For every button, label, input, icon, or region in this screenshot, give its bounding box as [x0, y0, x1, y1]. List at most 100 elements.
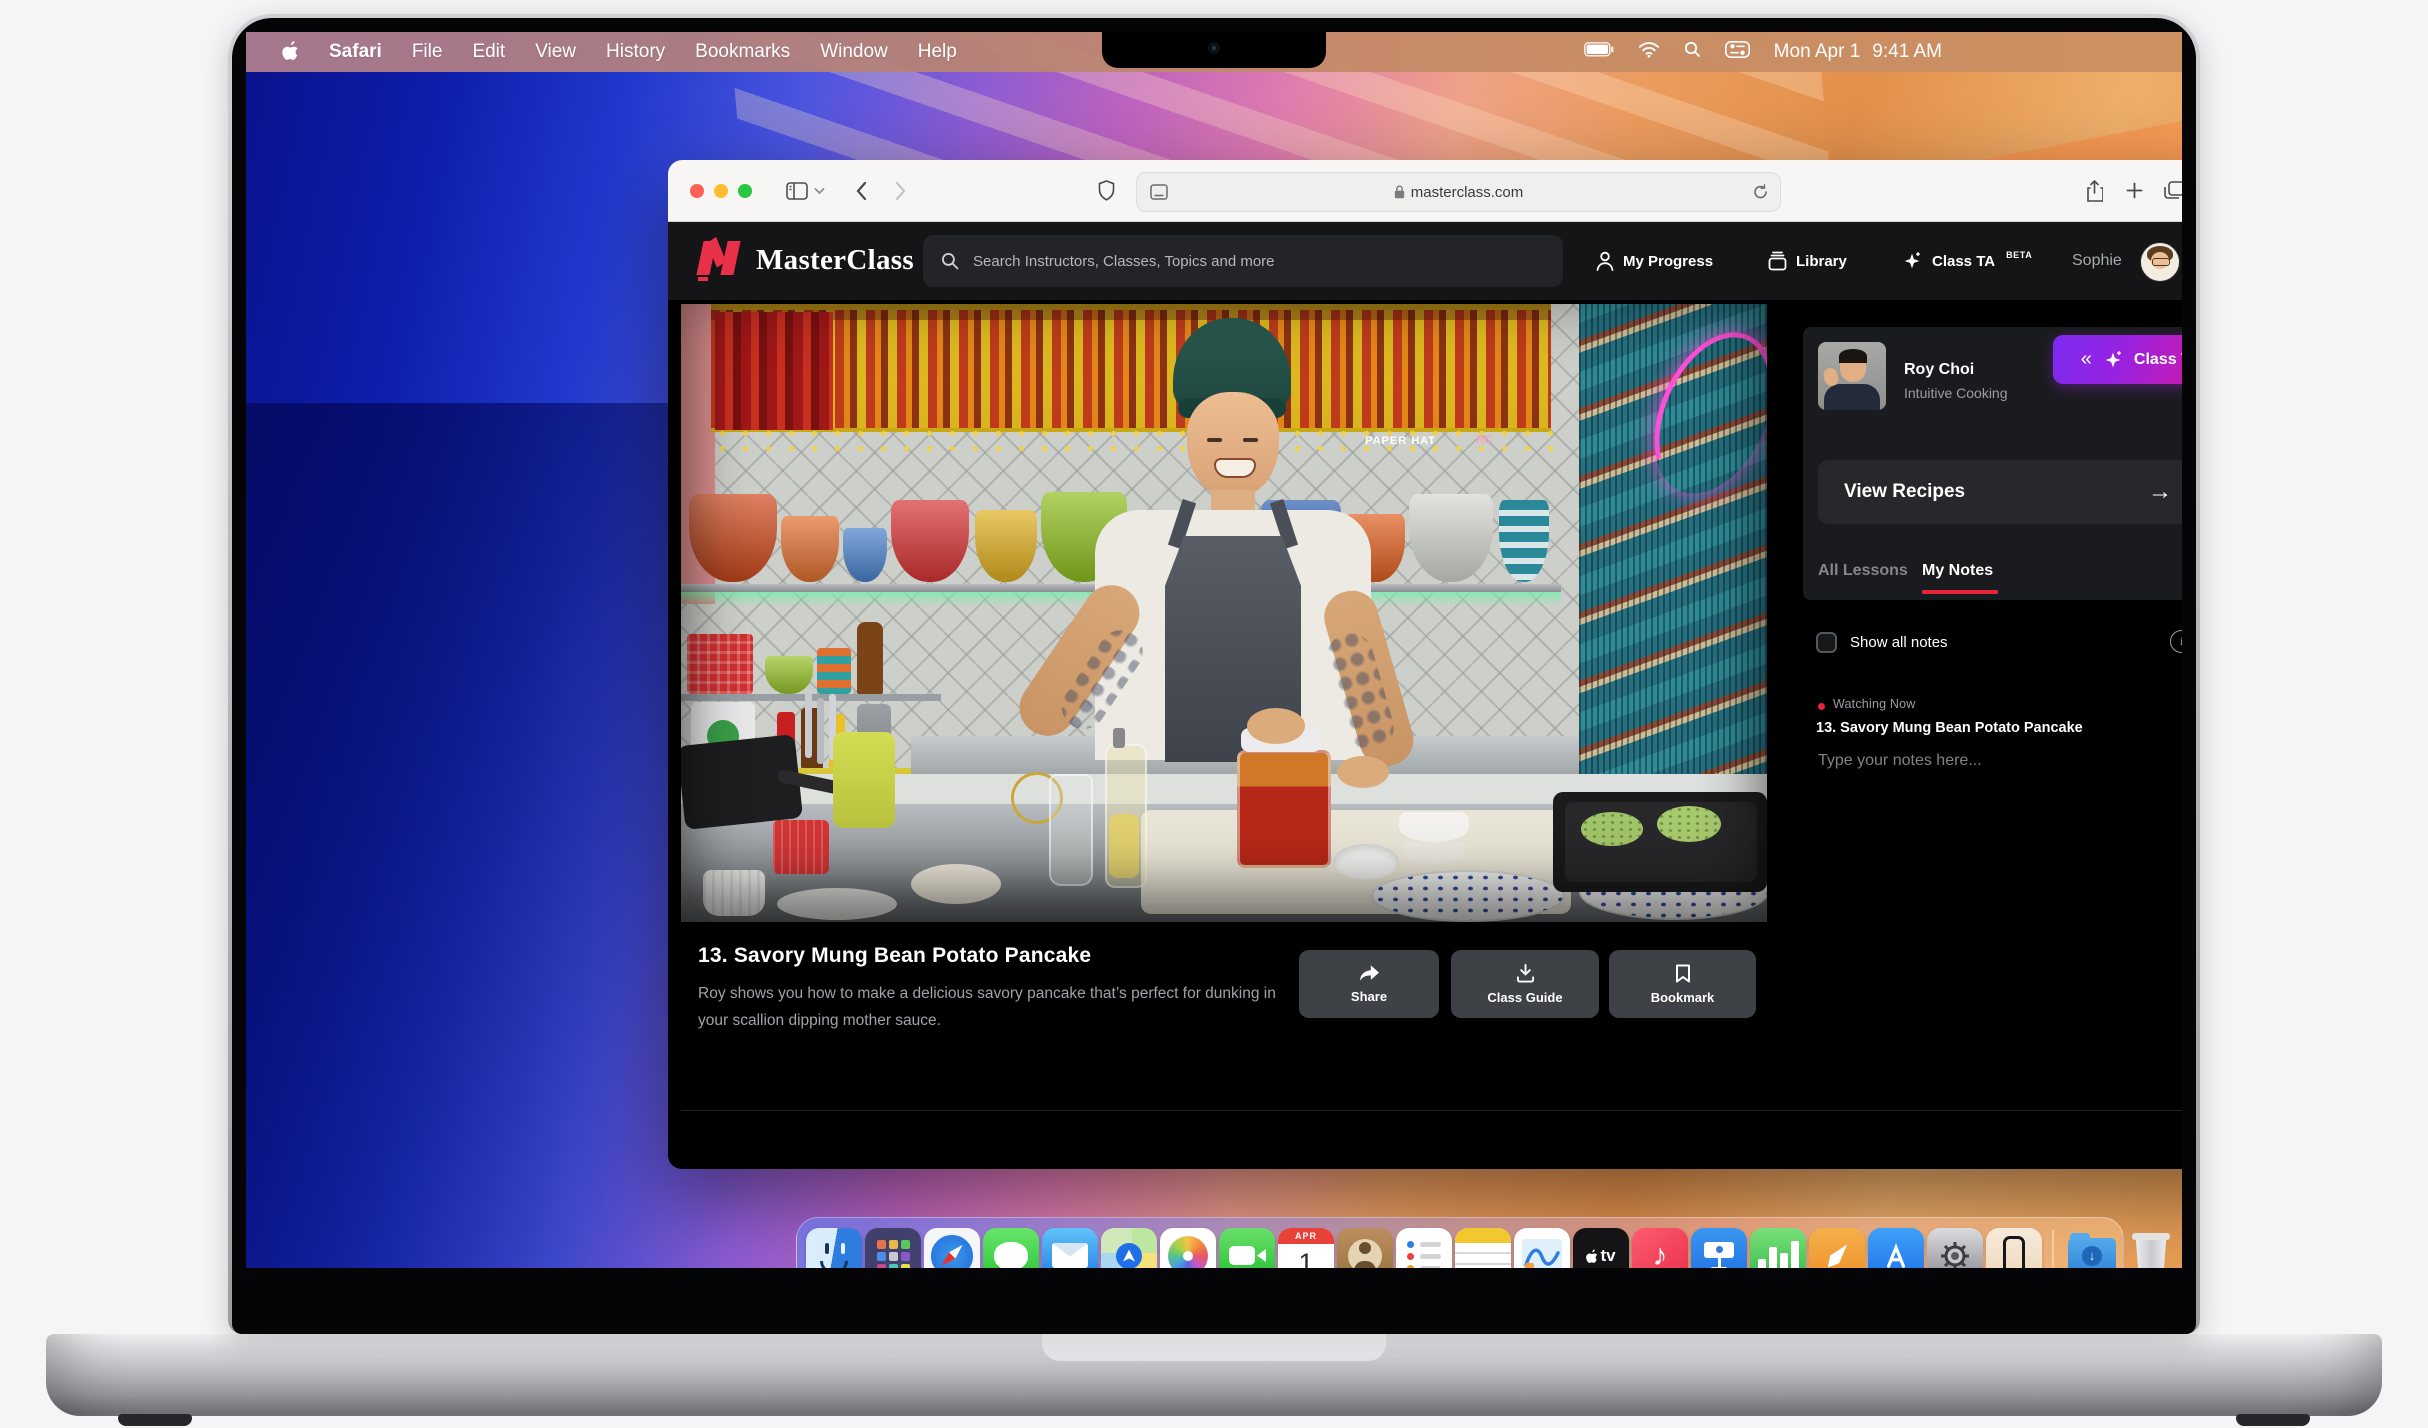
tabs-icon[interactable]	[2164, 181, 2182, 200]
search-bar[interactable]	[923, 235, 1563, 287]
vignette	[681, 304, 1767, 922]
calendar-day: 1	[1298, 1244, 1313, 1269]
camera-lens	[1257, 1249, 1266, 1262]
dock-icon-keynote[interactable]	[1691, 1228, 1747, 1269]
dock-icon-downloads[interactable]: ↓	[2064, 1228, 2120, 1269]
menu-view[interactable]: View	[535, 41, 576, 63]
dock-icon-trash[interactable]	[2123, 1228, 2179, 1269]
dock-icon-maps[interactable]	[1101, 1228, 1157, 1269]
minimize-window-button[interactable]	[714, 184, 728, 198]
dock-icon-system-settings[interactable]	[1927, 1228, 1983, 1269]
search-icon[interactable]	[1684, 41, 1701, 64]
share-icon	[1359, 965, 1379, 982]
class-ta-button[interactable]: « Class TA	[2053, 335, 2182, 384]
lock-icon	[1394, 185, 1405, 199]
download-arrow: ↓	[2082, 1246, 2102, 1266]
forward-icon[interactable]	[895, 181, 907, 201]
new-tab-icon[interactable]	[2126, 182, 2143, 199]
nav-label: Class TA	[1932, 253, 1995, 270]
nav-label: My Progress	[1623, 253, 1713, 270]
wifi-icon[interactable]	[1638, 41, 1660, 64]
tab-my-notes[interactable]: My Notes	[1922, 562, 1993, 580]
screen: Safari File Edit View History Bookmarks …	[246, 32, 2182, 1268]
menu-bookmarks[interactable]: Bookmarks	[695, 41, 790, 63]
dock-icon-contacts[interactable]	[1337, 1228, 1393, 1269]
dock-icon-numbers[interactable]	[1750, 1228, 1806, 1269]
zoom-window-button[interactable]	[738, 184, 752, 198]
menu-clock[interactable]: 9:41 AM	[1872, 41, 1942, 63]
show-all-notes-checkbox[interactable]	[1816, 632, 1837, 653]
view-recipes-button[interactable]: View Recipes →	[1818, 460, 2182, 524]
dock-icon-reminders[interactable]	[1396, 1228, 1452, 1269]
keynote-board	[1704, 1242, 1734, 1258]
dock-icon-apple-tv[interactable]: tv	[1573, 1228, 1629, 1269]
dock-icon-notes[interactable]	[1455, 1228, 1511, 1269]
account-name[interactable]: Sophie	[2072, 222, 2122, 300]
instructor-hair	[1839, 349, 1867, 363]
traffic-lights	[690, 184, 762, 198]
dock-icon-photos[interactable]	[1160, 1228, 1216, 1269]
nav-my-progress[interactable]: My Progress	[1596, 222, 1713, 300]
dock-icon-launchpad[interactable]	[865, 1228, 921, 1269]
url-text: masterclass.com	[1411, 184, 1524, 201]
notes-header	[1455, 1228, 1511, 1243]
notes-lines	[1455, 1243, 1511, 1269]
share-button[interactable]: Share	[1299, 950, 1439, 1018]
info-glyph: i	[2180, 634, 2182, 649]
watching-now-dot	[1818, 703, 1825, 710]
class-guide-button[interactable]: Class Guide	[1451, 950, 1599, 1018]
tab-all-lessons[interactable]: All Lessons	[1818, 562, 1908, 580]
battery-icon[interactable]	[1584, 41, 1614, 63]
sidebar-icon[interactable]	[786, 182, 808, 200]
close-window-button[interactable]	[690, 184, 704, 198]
avatar[interactable]	[2140, 242, 2180, 282]
back-icon[interactable]	[855, 181, 867, 201]
info-icon[interactable]: i	[2170, 630, 2182, 653]
bookmark-button[interactable]: Bookmark	[1609, 950, 1756, 1018]
nav-library[interactable]: Library	[1768, 222, 1847, 300]
menu-file[interactable]: File	[412, 41, 443, 63]
instructor-class-name: Intuitive Cooking	[1904, 385, 2008, 401]
menu-help[interactable]: Help	[918, 41, 957, 63]
shield-icon[interactable]	[1098, 180, 1115, 201]
safari-toolbar: masterclass.com	[668, 160, 2182, 222]
macbook-lid-notch	[1042, 1334, 1386, 1361]
dock-icon-app-store[interactable]	[1868, 1228, 1924, 1269]
finder-smile	[820, 1261, 848, 1269]
dock-icon-music[interactable]: ♪	[1632, 1228, 1688, 1269]
dock-icon-iphone-mirroring[interactable]	[1986, 1228, 2042, 1269]
sparkle-icon	[1901, 250, 1923, 272]
share-icon[interactable]	[2086, 180, 2103, 202]
dock-icon-freeform[interactable]	[1514, 1228, 1570, 1269]
control-center-icon[interactable]	[1725, 41, 1750, 64]
menu-window[interactable]: Window	[820, 41, 888, 63]
notes-input[interactable]	[1816, 750, 2182, 808]
menu-edit[interactable]: Edit	[472, 41, 505, 63]
address-bar[interactable]: masterclass.com	[1136, 172, 1781, 212]
dock-icon-safari[interactable]	[924, 1228, 980, 1269]
brand-wordmark[interactable]: MasterClass	[756, 244, 914, 277]
library-icon	[1768, 251, 1787, 271]
search-input[interactable]	[971, 252, 1545, 271]
menu-history[interactable]: History	[606, 41, 665, 63]
dock-icon-pages[interactable]	[1809, 1228, 1865, 1269]
finder-face	[825, 1243, 829, 1254]
dock: APR1 tv ♪ ↓	[796, 1217, 2124, 1268]
dock-icon-finder[interactable]	[806, 1228, 862, 1269]
chevron-down-icon[interactable]	[814, 187, 825, 195]
dock-icon-mail[interactable]	[1042, 1228, 1098, 1269]
view-recipes-label: View Recipes	[1844, 481, 1965, 503]
dock-icon-facetime[interactable]	[1219, 1228, 1275, 1269]
video-player[interactable]: PAPER HAT RC	[681, 304, 1767, 922]
instructor-photo	[1818, 342, 1886, 410]
nav-class-ta[interactable]: Class TA BETA	[1901, 222, 2032, 300]
desktop: Safari File Edit View History Bookmarks …	[0, 0, 2428, 1428]
tv-label: tv	[1600, 1246, 1615, 1266]
menu-date[interactable]: Mon Apr 1	[1774, 41, 1861, 63]
menu-safari[interactable]: Safari	[329, 41, 382, 63]
apple-icon[interactable]	[282, 39, 299, 66]
keynote-stand	[1718, 1258, 1721, 1267]
masterclass-logo-icon[interactable]	[698, 241, 744, 281]
dock-icon-messages[interactable]	[983, 1228, 1039, 1269]
dock-icon-calendar[interactable]: APR1	[1278, 1228, 1334, 1269]
